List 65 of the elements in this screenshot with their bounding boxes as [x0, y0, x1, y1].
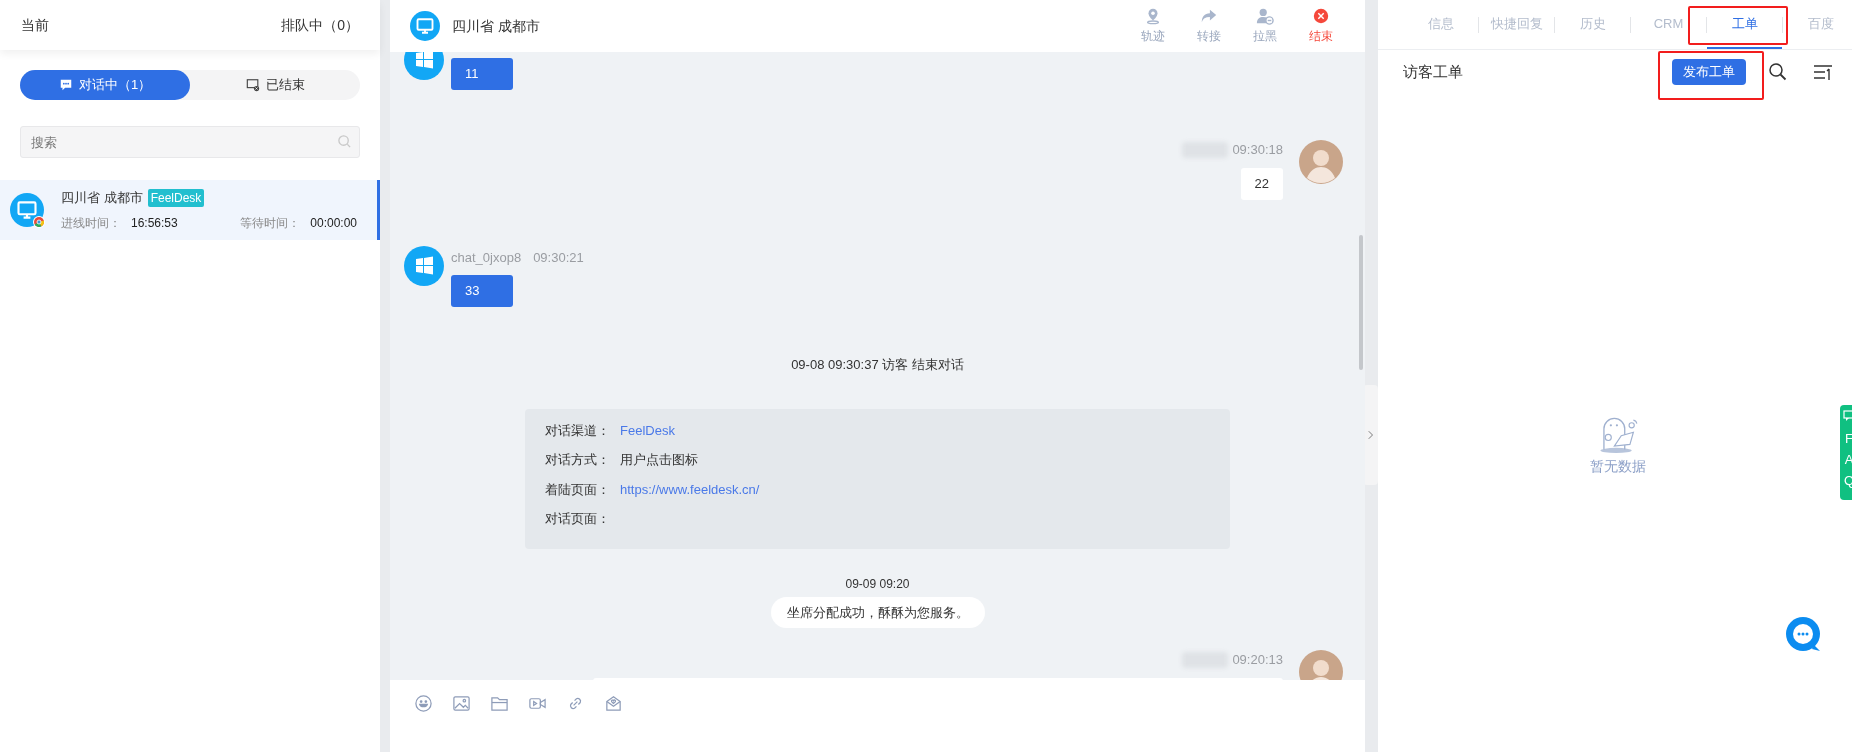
- info-label: 着陆页面：: [545, 480, 610, 499]
- image-icon[interactable]: [452, 694, 471, 713]
- segment-tab[interactable]: 对话中（1）: [20, 70, 190, 100]
- chat-bubble-icon[interactable]: [1786, 617, 1822, 653]
- toolbar-button[interactable]: 轨迹: [1135, 7, 1171, 45]
- queue-count[interactable]: 排队中（0）: [281, 14, 359, 36]
- sender-name: chat_0jxop8: [451, 248, 522, 267]
- sort-icon[interactable]: [1813, 62, 1833, 82]
- toolbar-button[interactable]: 转接: [1191, 7, 1227, 45]
- info-link[interactable]: FeelDesk: [620, 420, 675, 440]
- search-icon: [337, 134, 352, 149]
- message-bubble: 33: [451, 275, 513, 307]
- smile-icon[interactable]: [414, 694, 433, 713]
- browser-badge-icon: [33, 216, 45, 228]
- close-icon: [1312, 7, 1330, 25]
- info-label: 对话页面：: [545, 510, 610, 528]
- time-label: 等待时间：: [240, 214, 301, 232]
- toolbar-button[interactable]: 结束: [1303, 7, 1339, 45]
- time-divider: 09-09 09:20: [845, 575, 910, 593]
- info-value: 用户点击图标: [620, 451, 698, 469]
- folder-icon[interactable]: [490, 694, 509, 713]
- event-text: 09-08 09:30:37 访客 结束对话: [791, 356, 964, 374]
- panel-title: 当前: [21, 15, 49, 35]
- faq-letter: F: [1845, 430, 1852, 448]
- panel-tab[interactable]: CRM: [1631, 0, 1706, 49]
- time-value: 00:00:00: [310, 214, 357, 232]
- message-time: 09:20:13: [1232, 651, 1283, 669]
- windows-avatar: [404, 245, 444, 286]
- panel-tab[interactable]: 工单: [1707, 0, 1782, 49]
- chevron-right-icon: [1367, 430, 1374, 440]
- segment-tab[interactable]: 已结束: [190, 70, 360, 100]
- search-icon[interactable]: [1768, 62, 1788, 82]
- monitor-icon: [410, 11, 440, 41]
- monitor-x-icon: [245, 78, 260, 92]
- chat-icon: [1843, 410, 1852, 422]
- notice-pill: 坐席分配成功，酥酥为您服务。: [770, 596, 985, 628]
- message-bubble: 22: [1240, 167, 1283, 200]
- search-field[interactable]: 搜索: [20, 126, 360, 158]
- empty-text: 暂无数据: [1590, 457, 1646, 476]
- message-time: 09:30:21: [533, 248, 584, 267]
- avatar: [1299, 140, 1343, 184]
- panel-tab[interactable]: 历史: [1555, 0, 1630, 49]
- message-bubble: 11: [451, 58, 513, 90]
- message-time: 09:30:18: [1232, 141, 1283, 159]
- publish-button[interactable]: 发布工单: [1672, 59, 1746, 85]
- user-block-icon: [1256, 7, 1274, 25]
- scrollbar[interactable]: [1359, 235, 1363, 370]
- chat-bubble-icon: [58, 78, 73, 92]
- time-value: 16:56:53: [131, 214, 178, 232]
- channel-tag: FeelDesk: [147, 189, 205, 207]
- info-link[interactable]: https://www.feeldesk.cn/: [620, 479, 760, 499]
- info-label: 对话渠道：: [545, 421, 610, 440]
- panel-tab[interactable]: 信息: [1403, 0, 1478, 49]
- chat-title: 四川省 成都市: [452, 16, 540, 36]
- session-item[interactable]: 四川省 成都市 FeelDesk 进线时间： 16:56:53 等待时间： 00:00:00: [0, 180, 380, 240]
- section-title: 访客工单: [1403, 61, 1463, 82]
- panel-tab[interactable]: 百度: [1783, 0, 1852, 49]
- mail-heart-icon[interactable]: [604, 694, 623, 713]
- session-location: 四川省 成都市: [61, 189, 143, 208]
- toolbar-button[interactable]: 拉黑: [1247, 7, 1283, 45]
- panel-tab[interactable]: 快捷回复: [1479, 0, 1554, 49]
- message-input[interactable]: [390, 680, 1365, 752]
- time-label: 进线时间：: [61, 214, 121, 232]
- info-label: 对话方式：: [545, 451, 610, 469]
- location-pin-icon: [1144, 7, 1162, 25]
